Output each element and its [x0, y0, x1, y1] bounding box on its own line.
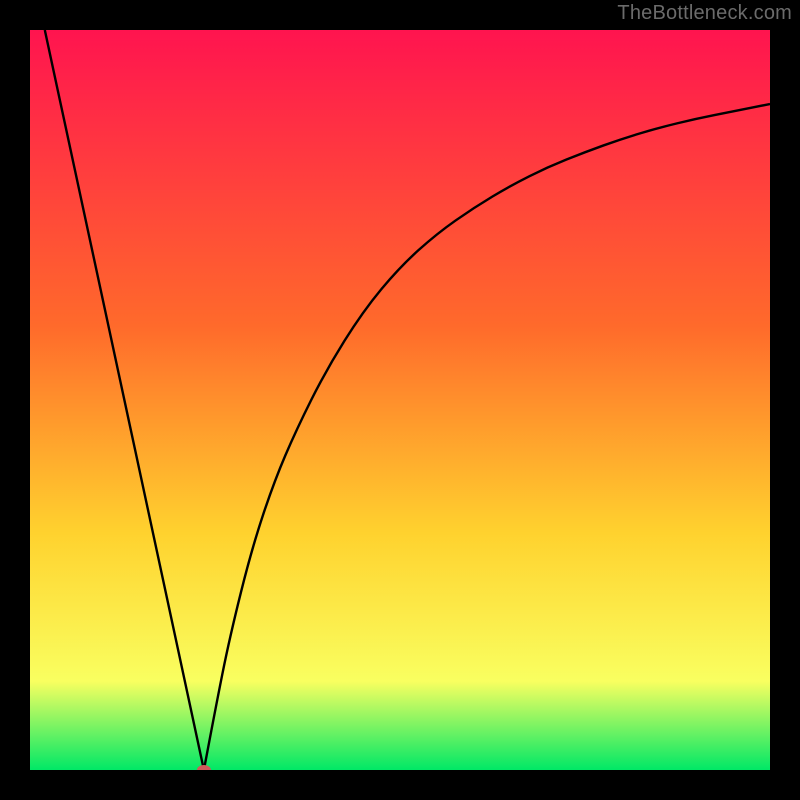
gradient-background — [30, 30, 770, 770]
chart-frame: TheBottleneck.com — [0, 0, 800, 800]
attribution-label: TheBottleneck.com — [617, 2, 792, 25]
bottleneck-chart — [30, 30, 770, 770]
